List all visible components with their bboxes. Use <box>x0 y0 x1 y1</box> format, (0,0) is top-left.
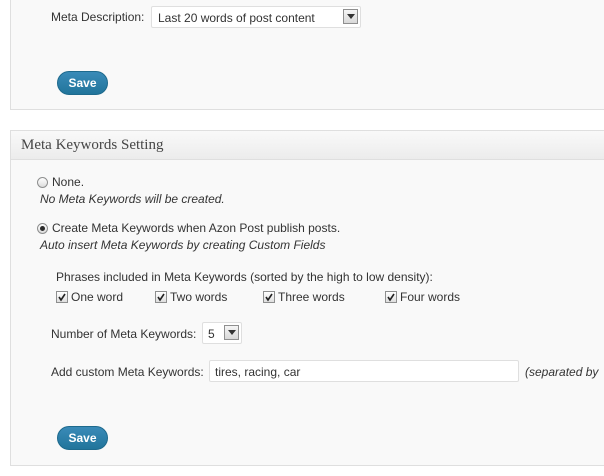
save-button[interactable]: Save <box>57 426 108 450</box>
meta-description-value: Last 20 words of post content <box>158 11 315 25</box>
phrases-label: Phrases included in Meta Keywords (sorte… <box>56 270 433 284</box>
number-keywords-value: 5 <box>208 327 215 341</box>
panel-header: Meta Keywords Setting <box>11 131 604 160</box>
number-keywords-select[interactable]: 5 <box>202 322 242 344</box>
radio-none-label: None. <box>52 175 85 189</box>
checkbox-one-word[interactable] <box>56 291 68 303</box>
radio-none-hint: No Meta Keywords will be created. <box>40 192 225 206</box>
radio-create-hint: Auto insert Meta Keywords by creating Cu… <box>40 238 326 252</box>
meta-keywords-panel: Meta Keywords Setting None. No Meta Keyw… <box>10 130 604 466</box>
meta-description-select[interactable]: Last 20 words of post content <box>151 6 361 28</box>
custom-keywords-hint: (separated by <box>525 365 599 379</box>
save-button[interactable]: Save <box>57 71 108 95</box>
checkbox-four-words[interactable] <box>385 291 397 303</box>
chevron-down-icon[interactable] <box>224 325 239 340</box>
checkbox-one-word-label: One word <box>71 290 124 304</box>
radio-create[interactable] <box>37 223 48 234</box>
chevron-down-icon[interactable] <box>343 9 358 24</box>
panel-title: Meta Keywords Setting <box>21 137 164 153</box>
radio-create-label: Create Meta Keywords when Azon Post publ… <box>52 221 341 235</box>
radio-none[interactable] <box>37 177 48 188</box>
custom-keywords-input[interactable]: tires, racing, car <box>209 360 519 382</box>
checkbox-two-words[interactable] <box>155 291 167 303</box>
checkbox-four-words-label: Four words <box>400 290 461 304</box>
checkbox-three-words[interactable] <box>263 291 275 303</box>
meta-description-label: Meta Description: <box>51 10 145 24</box>
checkbox-two-words-label: Two words <box>170 290 228 304</box>
number-keywords-label: Number of Meta Keywords: <box>51 327 197 341</box>
meta-description-panel: Meta Description: Last 20 words of post … <box>10 0 604 110</box>
checkbox-three-words-label: Three words <box>278 290 345 304</box>
custom-keywords-value: tires, racing, car <box>215 365 301 379</box>
custom-keywords-label: Add custom Meta Keywords: <box>51 365 204 379</box>
